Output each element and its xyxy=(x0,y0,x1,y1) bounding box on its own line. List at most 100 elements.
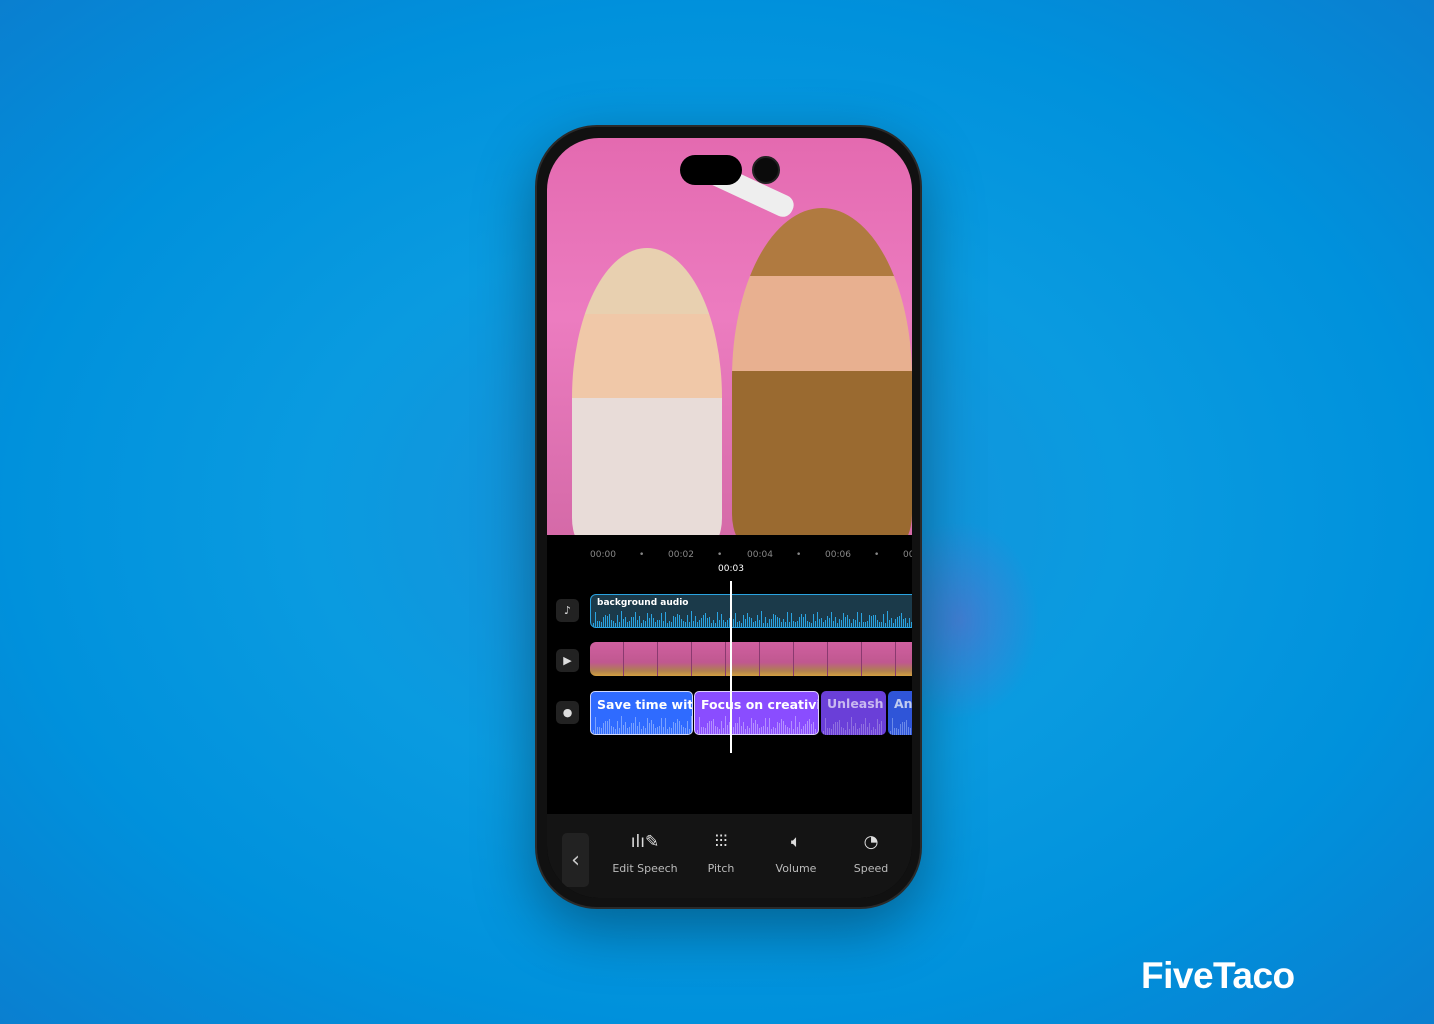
waveform-bar xyxy=(851,717,852,735)
audio-track-label: background audio xyxy=(597,598,689,608)
waveform-bar xyxy=(629,620,630,627)
waveform-bar xyxy=(857,611,858,627)
waveform-bar xyxy=(645,621,646,627)
waveform-bar xyxy=(829,727,830,735)
waveform-bar xyxy=(733,618,734,627)
waveform-bar xyxy=(801,614,802,627)
waveform-bar xyxy=(847,721,848,735)
waveform-bar xyxy=(900,723,901,735)
waveform-bar xyxy=(735,613,736,627)
waveform-bar xyxy=(749,727,750,734)
waveform-bar xyxy=(769,619,770,627)
fivetaco-logo: FiveTaco xyxy=(1141,955,1295,996)
video-preview[interactable] xyxy=(547,138,912,535)
waveform-bar xyxy=(627,621,628,627)
waveform-bar xyxy=(897,616,898,627)
waveform-bar xyxy=(779,617,780,627)
audio-track[interactable]: background audio xyxy=(590,594,912,628)
waveform-bar xyxy=(779,722,780,734)
ruler-label: 00:02 xyxy=(668,550,694,560)
waveform-bar xyxy=(769,717,770,734)
caption-segment[interactable]: Save time with xyxy=(590,691,693,735)
waveform-bar xyxy=(809,718,810,734)
waveform-bar xyxy=(721,613,722,627)
waveform-bar xyxy=(789,728,790,734)
waveform-bar xyxy=(667,728,668,734)
waveform-bar xyxy=(739,621,740,627)
waveform-bar xyxy=(637,619,638,627)
waveform-bar xyxy=(857,728,858,735)
waveform-bar xyxy=(823,730,824,735)
waveform-bar xyxy=(725,621,726,627)
waveform-bar xyxy=(809,621,810,627)
waveform-bar xyxy=(707,722,708,734)
waveform-bar xyxy=(713,719,714,734)
waveform-bar xyxy=(715,622,716,627)
waveform-bar xyxy=(889,620,890,627)
waveform-bar xyxy=(717,611,718,627)
waveform-bar xyxy=(892,718,893,735)
waveform-bar xyxy=(807,621,808,627)
waveform-bar xyxy=(811,723,812,734)
waveform-bar xyxy=(715,726,716,734)
waveform-bar xyxy=(605,615,606,627)
waveform-bar xyxy=(709,720,710,734)
waveform-bar xyxy=(643,620,644,627)
edit-speech-button[interactable]: ılı✎ Edit Speech xyxy=(605,832,685,875)
waveform-bar xyxy=(689,622,690,627)
waveform-bar xyxy=(795,716,796,734)
waveform-bar xyxy=(855,619,856,627)
waveform-bar xyxy=(625,616,626,627)
waveform-bar xyxy=(615,622,616,627)
waveform-bar xyxy=(623,725,624,734)
waveform-bar xyxy=(607,721,608,734)
waveform-bar xyxy=(629,727,630,734)
speed-button[interactable]: ◔ Speed xyxy=(831,832,911,875)
waveform-bar xyxy=(823,622,824,627)
waveform-bar xyxy=(659,725,660,734)
waveform-bar xyxy=(745,618,746,627)
caption-text: Save time with xyxy=(597,697,693,712)
waveform-bar xyxy=(703,615,704,627)
back-button[interactable]: ‹ xyxy=(562,833,589,887)
waveform-bar xyxy=(755,719,756,734)
waveform-bar xyxy=(767,622,768,627)
waveform-bar xyxy=(737,622,738,627)
waveform-bar xyxy=(777,616,778,627)
waveform-bar xyxy=(663,620,664,627)
waveform-bar xyxy=(679,720,680,734)
caption-segment[interactable]: Unleash y xyxy=(821,691,886,735)
waveform-bar xyxy=(621,716,622,734)
waveform-bar xyxy=(665,612,666,627)
waveform-bar xyxy=(709,616,710,627)
waveform-bar xyxy=(861,723,862,735)
waveform-bar xyxy=(895,619,896,627)
waveform-bar xyxy=(675,722,676,734)
voice-icon[interactable]: ● xyxy=(556,701,579,724)
waveform-bar xyxy=(619,621,620,627)
waveform-bar xyxy=(733,727,734,734)
waveform-bar xyxy=(743,721,744,734)
waveform-bar xyxy=(613,726,614,734)
waveform-bar xyxy=(711,622,712,627)
waveform-bar xyxy=(835,616,836,627)
playhead[interactable] xyxy=(730,581,732,753)
waveform-bar xyxy=(787,727,788,734)
waveform-bar xyxy=(597,727,598,734)
volume-button[interactable]: 🔈︎ Volume xyxy=(756,832,836,875)
waveform-bar xyxy=(831,729,832,735)
waveform-bar xyxy=(713,619,714,627)
waveform-bar xyxy=(781,622,782,627)
waveform-bar xyxy=(883,614,884,627)
video-track[interactable] xyxy=(590,642,912,676)
pitch-button[interactable]: ⫶⫶⫶ Pitch xyxy=(681,832,761,875)
caption-segment[interactable]: Focus on creativity xyxy=(694,691,819,735)
caption-segment[interactable]: An xyxy=(888,691,912,735)
music-note-icon[interactable]: ♪ xyxy=(556,599,579,622)
waveform-bar xyxy=(685,621,686,627)
waveform-bar xyxy=(753,723,754,734)
waveform-bar xyxy=(611,620,612,627)
waveform-bar xyxy=(899,615,900,627)
video-icon[interactable]: ▶ xyxy=(556,649,579,672)
waveform-bar xyxy=(805,613,806,627)
